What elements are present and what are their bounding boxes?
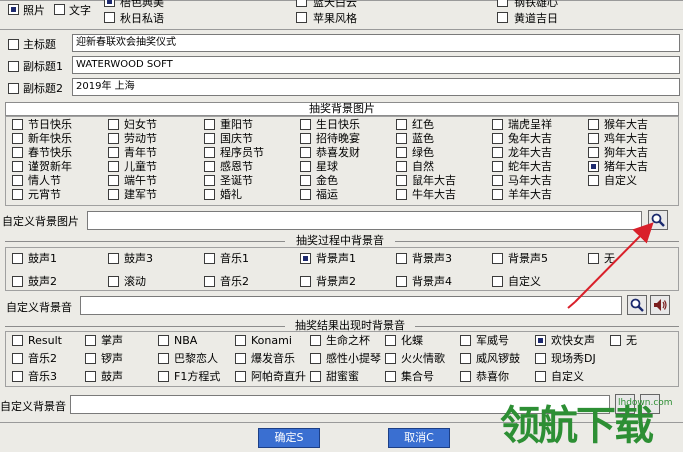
- annotation-arrows: [567, 222, 654, 309]
- annotation-arrow-up: [574, 222, 654, 303]
- watermark-logo: 领航下载: [500, 403, 654, 449]
- annotation-arrow-tail: [567, 301, 576, 309]
